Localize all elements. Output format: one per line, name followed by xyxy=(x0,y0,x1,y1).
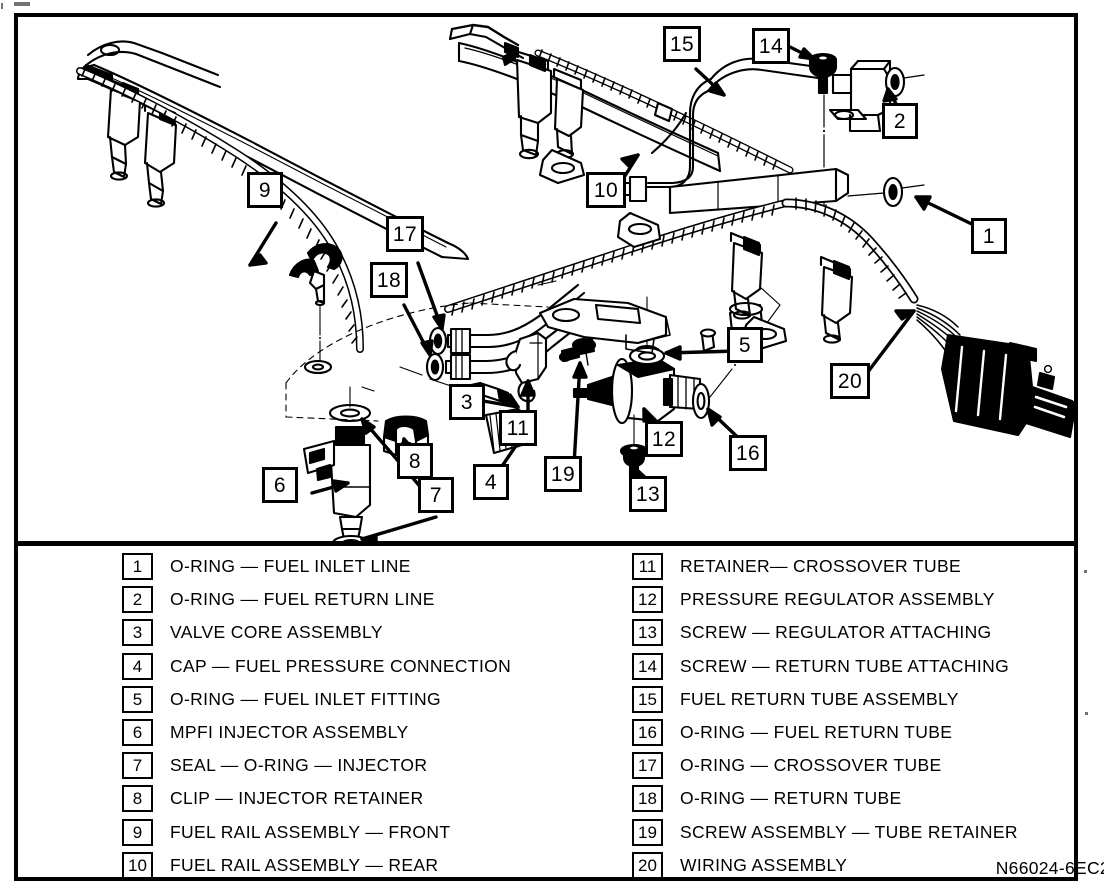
parts-diagram-page: 1 2 3 4 5 6 7 8 9 10 11 12 13 14 15 16 1… xyxy=(0,0,1104,894)
legend-label: FUEL RAIL ASSEMBLY — REAR xyxy=(170,854,439,875)
callout-9[interactable]: 9 xyxy=(247,172,283,208)
screw-regulator-attaching xyxy=(619,414,649,479)
legend-number: 12 xyxy=(632,586,663,614)
legend-label: PRESSURE REGULATOR ASSEMBLY xyxy=(680,589,995,610)
mpfi-injector-exploded xyxy=(302,386,372,541)
legend-number: 19 xyxy=(632,818,663,846)
legend-label: CLIP — INJECTOR RETAINER xyxy=(170,788,424,809)
scan-speckle xyxy=(1,3,3,9)
parts-legend: 1 O-RING — FUEL INLET LINE 2 O-RING — FU… xyxy=(18,550,1104,879)
legend-number: 10 xyxy=(122,851,153,879)
legend-row[interactable]: 5 O-RING — FUEL INLET FITTING xyxy=(122,683,622,716)
legend-label: SCREW — RETURN TUBE ATTACHING xyxy=(680,655,1010,676)
legend-row[interactable]: 16 O-RING — FUEL RETURN TUBE xyxy=(632,716,1104,749)
legend-row[interactable]: 1 O-RING — FUEL INLET LINE xyxy=(122,550,622,583)
legend-number: 1 xyxy=(122,553,153,581)
legend-row[interactable]: 19 SCREW ASSEMBLY — TUBE RETAINER xyxy=(632,816,1104,849)
legend-row[interactable]: 11 RETAINER— CROSSOVER TUBE xyxy=(632,550,1104,583)
callout-4[interactable]: 4 xyxy=(473,464,509,500)
return-tube-bracket xyxy=(828,59,892,133)
legend-row[interactable]: 3 VALVE CORE ASSEMBLY xyxy=(122,616,622,649)
legend-row[interactable]: 8 CLIP — INJECTOR RETAINER xyxy=(122,782,622,815)
legend-number: 7 xyxy=(122,752,153,780)
callout-1[interactable]: 1 xyxy=(971,218,1007,254)
legend-number: 6 xyxy=(122,719,153,747)
callout-15[interactable]: 15 xyxy=(663,26,701,62)
legend-label: O-RING — RETURN TUBE xyxy=(680,788,902,809)
legend-number: 4 xyxy=(122,652,153,680)
callout-13[interactable]: 13 xyxy=(629,476,667,512)
legend-column-right: 11 RETAINER— CROSSOVER TUBE 12 PRESSURE … xyxy=(632,550,1104,882)
legend-number: 13 xyxy=(632,619,663,647)
callout-19[interactable]: 19 xyxy=(544,456,582,492)
legend-label: FUEL RETURN TUBE ASSEMBLY xyxy=(680,688,959,709)
legend-row[interactable]: 6 MPFI INJECTOR ASSEMBLY xyxy=(122,716,622,749)
callout-16[interactable]: 16 xyxy=(729,435,767,471)
legend-label: O-RING — FUEL INLET LINE xyxy=(170,556,411,577)
legend-row[interactable]: 13 SCREW — REGULATOR ATTACHING xyxy=(632,616,1104,649)
legend-row[interactable]: 7 SEAL — O-RING — INJECTOR xyxy=(122,749,622,782)
legend-number: 2 xyxy=(122,586,153,614)
legend-label: O-RING — FUEL RETURN TUBE xyxy=(680,722,953,743)
injector-far-right xyxy=(819,255,854,344)
legend-number: 16 xyxy=(632,719,663,747)
legend-label: O-RING — FUEL RETURN LINE xyxy=(170,589,435,610)
legend-number: 5 xyxy=(122,685,153,713)
callout-3[interactable]: 3 xyxy=(449,384,485,420)
legend-number: 3 xyxy=(122,619,153,647)
callout-11[interactable]: 11 xyxy=(499,410,537,446)
legend-row[interactable]: 15 FUEL RETURN TUBE ASSEMBLY xyxy=(632,683,1104,716)
legend-label: SCREW ASSEMBLY — TUBE RETAINER xyxy=(680,821,1018,842)
legend-number: 17 xyxy=(632,752,663,780)
legend-row[interactable]: 14 SCREW — RETURN TUBE ATTACHING xyxy=(632,650,1104,683)
o-ring-fuel-inlet-line xyxy=(847,176,925,208)
legend-number: 11 xyxy=(632,553,663,581)
legend-label: RETAINER— CROSSOVER TUBE xyxy=(680,556,961,577)
legend-label: FUEL RAIL ASSEMBLY — FRONT xyxy=(170,821,451,842)
center-mounting-bracket xyxy=(538,297,671,354)
callout-7[interactable]: 7 xyxy=(418,477,454,513)
legend-row[interactable]: 18 O-RING — RETURN TUBE xyxy=(632,782,1104,815)
legend-label: O-RING — FUEL INLET FITTING xyxy=(170,688,441,709)
callout-14[interactable]: 14 xyxy=(752,28,790,64)
rear-fuel-rail xyxy=(448,23,794,185)
legend-label: O-RING — CROSSOVER TUBE xyxy=(680,755,942,776)
injector-rear-2 xyxy=(552,67,585,159)
legend-row[interactable]: 17 O-RING — CROSSOVER TUBE xyxy=(632,749,1104,782)
callout-10[interactable]: 10 xyxy=(586,172,626,208)
legend-row[interactable]: 9 FUEL RAIL ASSEMBLY — FRONT xyxy=(122,816,622,849)
legend-number: 15 xyxy=(632,685,663,713)
legend-number: 18 xyxy=(632,785,663,813)
callout-8[interactable]: 8 xyxy=(397,443,433,479)
legend-label: VALVE CORE ASSEMBLY xyxy=(170,622,383,643)
o-ring-fuel-return-tube xyxy=(691,382,711,420)
legend-label: WIRING ASSEMBLY xyxy=(680,854,848,875)
legend-row[interactable]: 10 FUEL RAIL ASSEMBLY — REAR xyxy=(122,849,622,882)
callout-12[interactable]: 12 xyxy=(645,421,683,457)
wiring-connector xyxy=(916,304,1074,439)
legend-row[interactable]: 2 O-RING — FUEL RETURN LINE xyxy=(122,583,622,616)
callout-2[interactable]: 2 xyxy=(882,103,918,139)
screw-tube-retainer-19 xyxy=(558,337,597,366)
legend-number: 8 xyxy=(122,785,153,813)
legend-label: SEAL — O-RING — INJECTOR xyxy=(170,755,428,776)
legend-row[interactable]: 12 PRESSURE REGULATOR ASSEMBLY xyxy=(632,583,1104,616)
scan-speckle xyxy=(14,2,30,6)
legend-number: 9 xyxy=(122,818,153,846)
legend-label: MPFI INJECTOR ASSEMBLY xyxy=(170,722,409,743)
legend-label: CAP — FUEL PRESSURE CONNECTION xyxy=(170,655,512,676)
callout-5[interactable]: 5 xyxy=(727,327,763,363)
part-number: N66024-6EC2-EK xyxy=(995,857,1104,878)
legend-divider xyxy=(18,541,1074,546)
legend-number: 14 xyxy=(632,652,663,680)
legend-column-left: 1 O-RING — FUEL INLET LINE 2 O-RING — FU… xyxy=(122,550,622,882)
legend-row[interactable]: 4 CAP — FUEL PRESSURE CONNECTION xyxy=(122,650,622,683)
callout-20[interactable]: 20 xyxy=(830,363,870,399)
legend-label: SCREW — REGULATOR ATTACHING xyxy=(680,622,992,643)
callout-17[interactable]: 17 xyxy=(386,216,424,252)
crossover-retainer-clip-upper xyxy=(288,243,343,307)
callout-6[interactable]: 6 xyxy=(262,467,298,503)
legend-number: 20 xyxy=(632,851,663,879)
callout-18[interactable]: 18 xyxy=(370,262,408,298)
